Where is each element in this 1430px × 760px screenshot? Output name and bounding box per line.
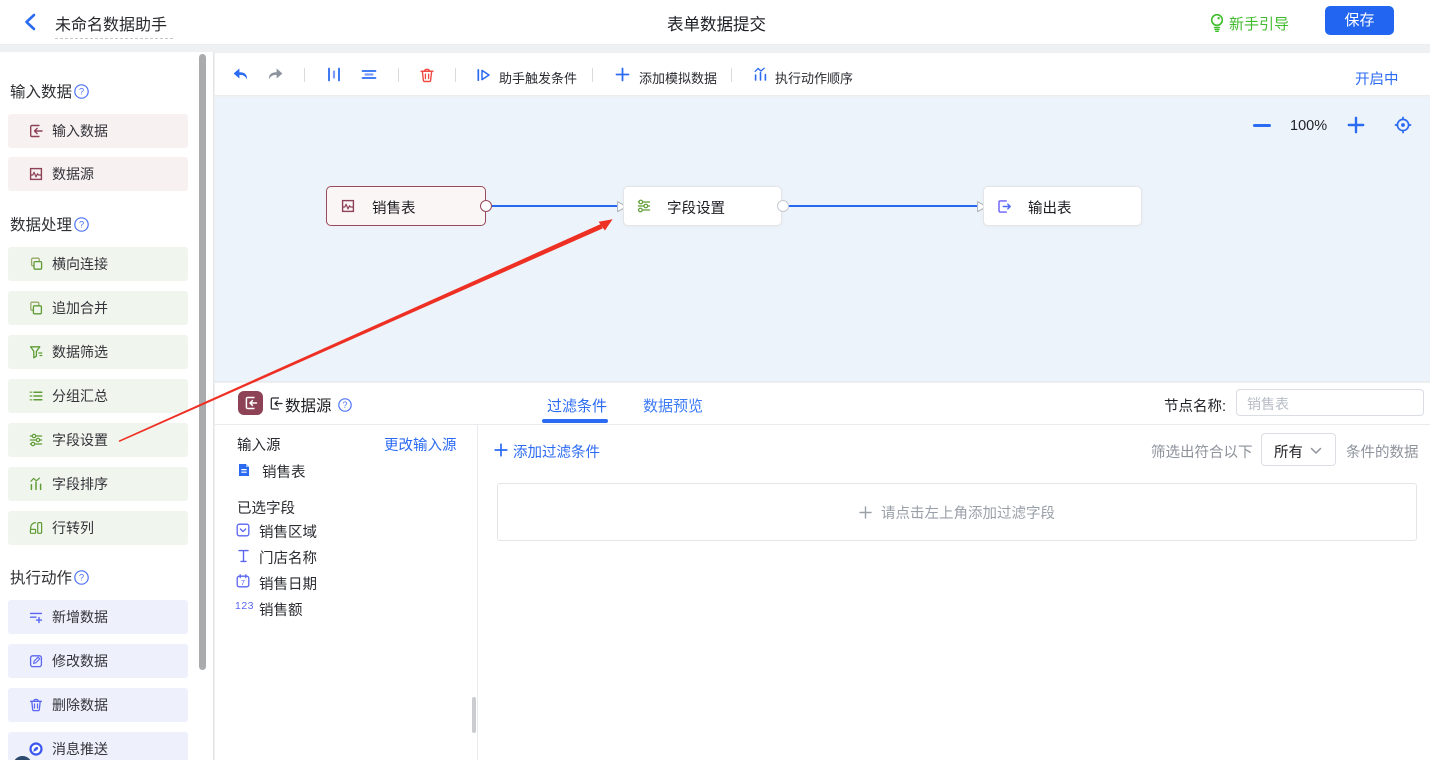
svg-text:?: ? (79, 86, 84, 97)
svg-text:7: 7 (241, 578, 245, 587)
svg-text:?: ? (79, 219, 84, 230)
svg-text:?: ? (79, 572, 84, 583)
svg-text:?: ? (342, 400, 347, 410)
